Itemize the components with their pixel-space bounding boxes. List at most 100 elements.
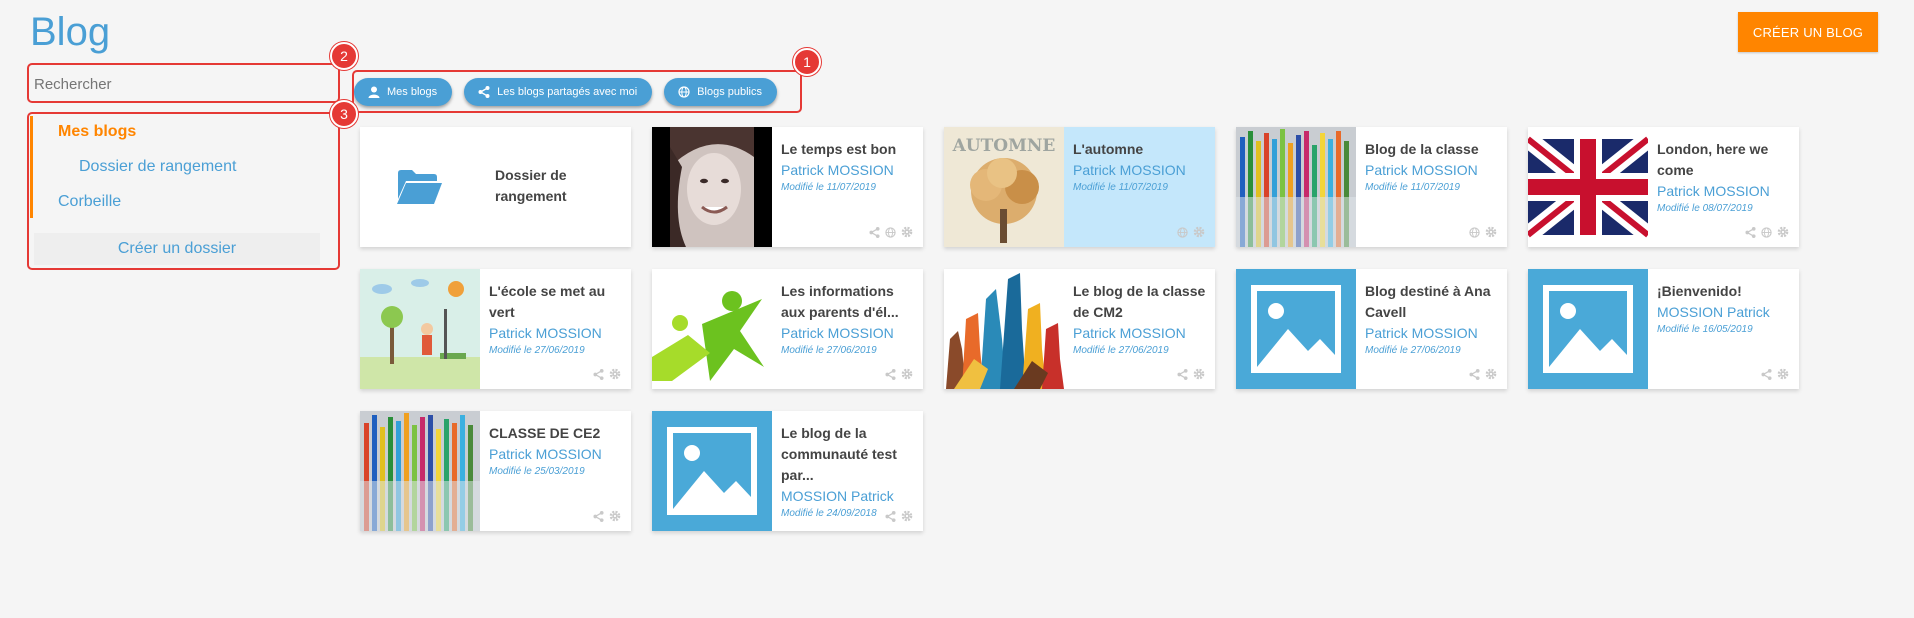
card-actions [588, 368, 621, 380]
card-actions [880, 368, 913, 380]
autumn-tree-image: AUTOMNE [944, 127, 1064, 247]
share-icon[interactable] [885, 510, 896, 522]
blog-date: Modifié le 11/07/2019 [1073, 182, 1168, 193]
blog-author: Patrick MOSSION [1365, 325, 1478, 341]
annotation-box-3 [27, 112, 340, 270]
blog-card[interactable]: Le temps est bon Patrick MOSSION Modifié… [652, 127, 923, 247]
blog-date: Modifié le 27/06/2019 [781, 345, 877, 356]
annotation-badge-3: 3 [330, 100, 358, 128]
share-icon[interactable] [1177, 368, 1188, 380]
gear-icon[interactable] [1777, 368, 1789, 380]
blog-card[interactable]: CLASSE DE CE2 Patrick MOSSION Modifié le… [360, 411, 631, 531]
blog-date: Modifié le 11/07/2019 [781, 182, 876, 193]
blog-title: Les informations aux parents d'él... [781, 283, 899, 320]
woman-portrait-image [652, 127, 772, 247]
blog-author: MOSSION Patrick [1657, 304, 1770, 320]
blog-title: Blog de la classe [1365, 141, 1479, 157]
blog-author: Patrick MOSSION [1365, 162, 1478, 178]
blog-title: CLASSE DE CE2 [489, 425, 601, 441]
blog-date: Modifié le 16/05/2019 [1657, 324, 1753, 335]
blog-title: Le blog de la classe de CM2 [1073, 283, 1206, 320]
gear-icon[interactable] [901, 510, 913, 522]
annotation-badge-1: 1 [793, 48, 821, 76]
gear-icon[interactable] [1485, 368, 1497, 380]
placeholder-image [652, 411, 772, 531]
blog-card[interactable]: ¡Bienvenido! MOSSION Patrick Modifié le … [1528, 269, 1799, 389]
blog-title: ¡Bienvenido! [1657, 283, 1742, 299]
share-icon[interactable] [1761, 368, 1772, 380]
annotation-badge-2: 2 [330, 42, 358, 70]
blog-card[interactable]: Les informations aux parents d'él... Pat… [652, 269, 923, 389]
card-actions [1172, 226, 1205, 238]
card-actions [1740, 226, 1789, 238]
blog-card[interactable]: Blog de la classe Patrick MOSSION Modifi… [1236, 127, 1507, 247]
park-illustration-image [360, 269, 480, 389]
blog-date: Modifié le 27/06/2019 [1365, 345, 1461, 356]
gear-icon[interactable] [1485, 226, 1497, 238]
card-actions [1464, 226, 1497, 238]
share-icon[interactable] [593, 510, 604, 522]
blog-card[interactable]: Blog destiné à Ana Cavell Patrick MOSSIO… [1236, 269, 1507, 389]
blog-title: Blog destiné à Ana Cavell [1365, 283, 1491, 320]
blog-author: Patrick MOSSION [781, 325, 894, 341]
blog-title: L'automne [1073, 141, 1144, 157]
create-blog-button[interactable]: CRÉER UN BLOG [1738, 12, 1878, 52]
blog-author: Patrick MOSSION [489, 325, 602, 341]
blog-card[interactable]: AUTOMNE L'automne Patrick MOSSION Modifi… [944, 127, 1215, 247]
colored-pencils-image [360, 411, 480, 531]
gear-icon[interactable] [609, 510, 621, 522]
globe-icon[interactable] [1469, 226, 1480, 238]
raised-hands-image [944, 269, 1064, 389]
autumn-thumb-text: AUTOMNE [952, 136, 1056, 156]
open-folder-icon [360, 127, 480, 247]
blog-title: L'école se met au vert [489, 283, 606, 320]
folder-card[interactable]: Dossier de rangement [360, 127, 631, 247]
gear-icon[interactable] [901, 368, 913, 380]
colored-pencils-image [1236, 127, 1356, 247]
blog-date: Modifié le 25/03/2019 [489, 466, 585, 477]
globe-icon[interactable] [1761, 226, 1772, 238]
card-actions [1464, 368, 1497, 380]
blog-date: Modifié le 08/07/2019 [1657, 203, 1753, 214]
card-actions [880, 510, 913, 522]
share-icon[interactable] [1469, 368, 1480, 380]
gear-icon[interactable] [901, 226, 913, 238]
placeholder-image [1528, 269, 1648, 389]
blog-card[interactable]: L'école se met au vert Patrick MOSSION M… [360, 269, 631, 389]
blog-card[interactable]: London, here we come Patrick MOSSION Mod… [1528, 127, 1799, 247]
share-icon[interactable] [593, 368, 604, 380]
blog-title: London, here we come [1657, 141, 1769, 178]
blog-date: Modifié le 11/07/2019 [1365, 182, 1460, 193]
blog-author: Patrick MOSSION [1657, 183, 1770, 199]
gear-icon[interactable] [1193, 368, 1205, 380]
blog-author: Patrick MOSSION [781, 162, 894, 178]
blog-author: Patrick MOSSION [1073, 325, 1186, 341]
share-icon[interactable] [885, 368, 896, 380]
globe-icon[interactable] [1177, 226, 1188, 238]
annotation-box-1 [352, 70, 802, 113]
blog-author: Patrick MOSSION [489, 446, 602, 462]
gear-icon[interactable] [1777, 226, 1789, 238]
blog-card[interactable]: Le blog de la classe de CM2 Patrick MOSS… [944, 269, 1215, 389]
globe-icon[interactable] [885, 226, 896, 238]
blog-author: MOSSION Patrick [781, 488, 894, 504]
card-actions [1756, 368, 1789, 380]
union-jack-flag-image [1528, 127, 1648, 247]
gear-icon[interactable] [609, 368, 621, 380]
blog-title: Le temps est bon [781, 141, 897, 157]
share-icon[interactable] [869, 226, 880, 238]
green-figures-image [652, 269, 772, 389]
annotation-box-2 [27, 63, 340, 103]
page-title: Blog [30, 10, 111, 54]
folder-card-title: Dossier de rangement [495, 167, 567, 204]
placeholder-image [1236, 269, 1356, 389]
gear-icon[interactable] [1193, 226, 1205, 238]
blog-title: Le blog de la communauté test par... [781, 425, 897, 483]
card-actions [1172, 368, 1205, 380]
blog-date: Modifié le 27/06/2019 [1073, 345, 1169, 356]
blog-date: Modifié le 27/06/2019 [489, 345, 585, 356]
blog-author: Patrick MOSSION [1073, 162, 1186, 178]
blog-card[interactable]: Le blog de la communauté test par... MOS… [652, 411, 923, 531]
card-actions [588, 510, 621, 522]
share-icon[interactable] [1745, 226, 1756, 238]
